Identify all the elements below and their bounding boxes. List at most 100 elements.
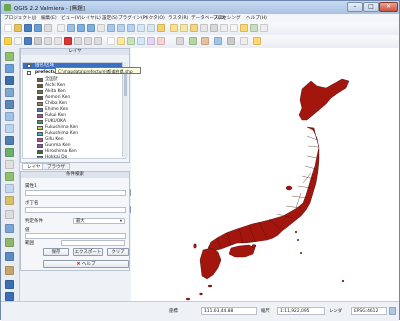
menu-processing[interactable]: プロセシング [213,15,241,21]
label-change-icon[interactable] [157,37,165,45]
group-checkbox[interactable] [27,64,31,68]
field5-input[interactable] [61,240,125,246]
menu-help[interactable]: ヘルプ(H) [246,15,267,21]
layer-tool-14-icon[interactable] [5,210,14,219]
pan-icon[interactable] [57,24,65,32]
add-postgis-icon[interactable] [5,76,14,85]
menu-raster[interactable]: ラスタ(R) [168,15,188,21]
plugin-tool-icon[interactable] [176,37,184,45]
save-button[interactable]: 保存 [43,248,69,256]
add-feature-icon[interactable] [34,37,42,45]
save-edits-icon[interactable] [24,37,32,45]
add-wfs-icon[interactable] [5,136,14,145]
menu-vector[interactable]: ベクタ(O) [144,15,165,21]
zoom-full-icon[interactable] [107,24,115,32]
layer-tool-18-icon[interactable] [5,266,14,275]
plugin-search-icon[interactable] [253,37,261,45]
identify-icon[interactable] [170,24,178,32]
new-shapefile-icon[interactable] [5,160,14,169]
label-pin-icon[interactable] [117,37,125,45]
field3-select[interactable]: 最大 ▾ [73,218,125,224]
print-composer-icon[interactable] [44,24,52,32]
plugin-grid-icon[interactable] [189,37,197,45]
layer-tool-15-icon[interactable] [5,224,14,233]
add-oracle-icon[interactable] [5,184,14,193]
field2-input[interactable] [25,207,126,213]
cut-features-icon[interactable] [74,37,82,45]
node-tool-icon[interactable] [54,37,62,45]
refresh-icon[interactable] [157,24,165,32]
save-as-icon[interactable] [34,24,42,32]
layer-tool-19-icon[interactable] [5,280,14,289]
help-icon[interactable] [260,24,268,32]
label-move-icon[interactable] [137,37,145,45]
menu-plugins[interactable]: プラグイン(P) [118,15,147,21]
copy-features-icon[interactable] [84,37,92,45]
label-rotate-icon[interactable] [147,37,155,45]
add-delimited-text-icon[interactable] [5,148,14,157]
messages-icon[interactable] [389,307,396,315]
menu-settings[interactable]: 設定(S) [102,15,118,21]
select-features-icon[interactable] [180,24,188,32]
add-wcs-icon[interactable] [5,124,14,133]
bookmark-icon[interactable] [240,24,248,32]
plugin-python-icon[interactable] [227,37,235,45]
maximize-button[interactable]: □ [363,2,379,12]
clear-button[interactable]: クリア [107,248,129,256]
move-feature-icon[interactable] [44,37,52,45]
new-spatialite-icon[interactable] [5,172,14,181]
new-project-icon[interactable] [4,24,12,32]
add-wms-icon[interactable] [5,112,14,121]
menu-layer[interactable]: レイヤ(L) [81,15,101,21]
add-gpx-icon[interactable] [5,196,14,205]
layer-tool-16-icon[interactable] [5,238,14,247]
plugin-misc-icon[interactable] [240,37,248,45]
text-annotation-icon[interactable] [250,24,258,32]
layer-checkbox[interactable] [27,71,31,75]
layer-tree-scrollbar[interactable] [122,62,128,157]
render-checkbox-label[interactable]: レンダ [329,308,342,314]
deselect-icon[interactable] [190,24,198,32]
measure-icon[interactable] [220,24,228,32]
pan-to-selection-icon[interactable] [67,24,75,32]
label-tool-icon[interactable] [107,37,115,45]
coordinate-field[interactable]: 111.03,44.88 [201,307,257,315]
add-spatialite-icon[interactable] [5,88,14,97]
zoom-out-icon[interactable] [87,24,95,32]
zoom-native-icon[interactable] [97,24,105,32]
tab-browser[interactable]: ブラウザ [42,163,70,170]
add-mssql-icon[interactable] [5,100,14,109]
export-button[interactable]: エクスポート [73,248,103,256]
zoom-to-layer-icon[interactable] [117,24,125,32]
zoom-to-selection-icon[interactable] [127,24,135,32]
scale-combo[interactable]: 1:11,922,095 [277,307,325,315]
pencil-icon[interactable] [4,37,12,45]
add-vector-layer-icon[interactable] [5,52,14,61]
layer-tool-20-icon[interactable] [5,292,14,301]
label-show-icon[interactable] [127,37,135,45]
plugin-stats-icon[interactable] [201,37,209,45]
menu-view[interactable]: ビュー(V) [61,15,82,21]
layer-tool-17-icon[interactable] [5,252,14,261]
map-tips-icon[interactable] [230,24,238,32]
zoom-last-icon[interactable] [137,24,145,32]
attribute-table-icon[interactable] [200,24,208,32]
field-calculator-icon[interactable] [210,24,218,32]
zoom-in-icon[interactable] [77,24,85,32]
crs-button[interactable]: EPSG:4612 [351,307,387,315]
zoom-next-icon[interactable] [147,24,155,32]
open-project-icon[interactable] [14,24,22,32]
add-raster-layer-icon[interactable] [5,64,14,73]
plugin-globe-icon[interactable] [214,37,222,45]
field1-input[interactable] [25,190,126,196]
delete-selected-icon[interactable] [64,37,72,45]
minimize-button[interactable]: – [347,2,363,12]
layer-tree[interactable]: 国名/区域 prefecture_jpn 全国計 Aichi Ken Akita K… [22,62,126,159]
field4-input[interactable] [25,233,126,239]
save-project-icon[interactable] [24,24,32,32]
edit-icon[interactable] [14,37,22,45]
close-button[interactable]: ✕ [379,2,398,12]
map-canvas[interactable] [131,48,399,301]
paste-features-icon[interactable] [94,37,102,45]
menu-edit[interactable]: 編集(E) [41,15,57,21]
